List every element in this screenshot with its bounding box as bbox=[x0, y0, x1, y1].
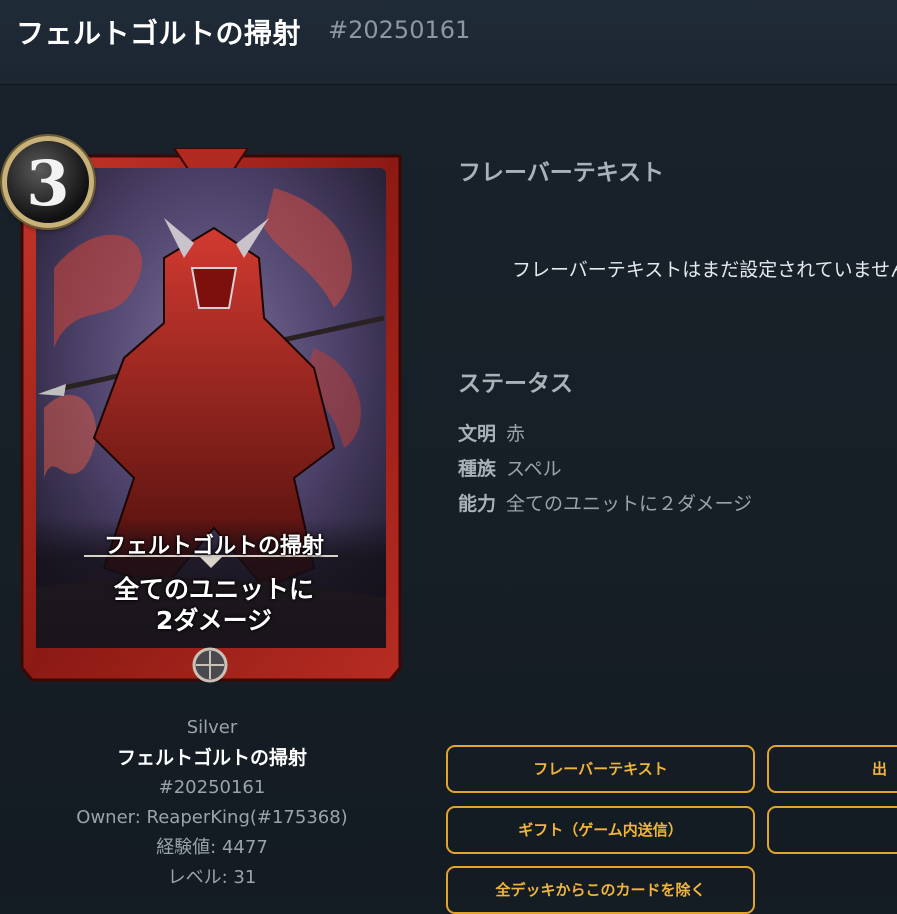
status-section-title: ステータス bbox=[458, 371, 573, 397]
flavor-text-button[interactable]: フレーバーテキスト bbox=[446, 745, 755, 793]
status-value: 赤 bbox=[506, 423, 526, 445]
page-header: フェルトゴルトの掃射 #20250161 bbox=[0, 0, 897, 85]
card-info: Silver フェルトゴルトの掃射 #20250161 Owner: Reape… bbox=[0, 713, 424, 893]
card-text-line-1: 全てのユニットに bbox=[113, 575, 314, 604]
listing-button[interactable]: 出 bbox=[767, 745, 897, 793]
status-key: 文明 bbox=[458, 423, 497, 445]
card-image: フェルトゴルトの掃射 全てのユニットに 2ダメージ bbox=[14, 148, 408, 684]
flavor-section-title: フレーバーテキスト bbox=[458, 160, 665, 186]
cost-value: 3 bbox=[26, 147, 70, 220]
exp-label: 経験値: 4477 bbox=[156, 837, 268, 858]
cost-badge: 3 bbox=[2, 136, 94, 228]
card-id: #20250161 bbox=[328, 16, 471, 44]
status-row-ability: 能力 全てのユニットに２ダメージ bbox=[458, 489, 752, 516]
status-row-race: 種族 スペル bbox=[458, 454, 562, 481]
card-id-label: #20250161 bbox=[158, 777, 266, 798]
action-button[interactable] bbox=[767, 806, 897, 854]
gift-button[interactable]: ギフト（ゲーム内送信） bbox=[446, 806, 755, 854]
card-name-overlay: フェルトゴルトの掃射 bbox=[103, 534, 324, 559]
card-name-label: フェルトゴルトの掃射 bbox=[116, 747, 307, 769]
status-value: スペル bbox=[506, 458, 562, 480]
rarity-label: Silver bbox=[186, 717, 238, 738]
level-label: レベル: 31 bbox=[167, 867, 257, 888]
page-title: フェルトゴルトの掃射 bbox=[16, 17, 302, 50]
flavor-empty-text: フレーバーテキストはまだ設定されていません bbox=[512, 259, 897, 281]
owner-label: Owner: ReaperKing(#175368) bbox=[76, 807, 348, 828]
card-text-line-2: 2ダメージ bbox=[155, 606, 273, 635]
status-row-civilization: 文明赤 bbox=[458, 419, 525, 446]
status-key: 能力 bbox=[458, 493, 497, 515]
card-text-overlay: 全てのユニットに 2ダメージ bbox=[64, 574, 364, 636]
remove-from-decks-button[interactable]: 全デッキからこのカードを除く bbox=[446, 866, 755, 914]
status-key: 種族 bbox=[458, 458, 497, 480]
status-value: 全てのユニットに２ダメージ bbox=[506, 493, 753, 515]
